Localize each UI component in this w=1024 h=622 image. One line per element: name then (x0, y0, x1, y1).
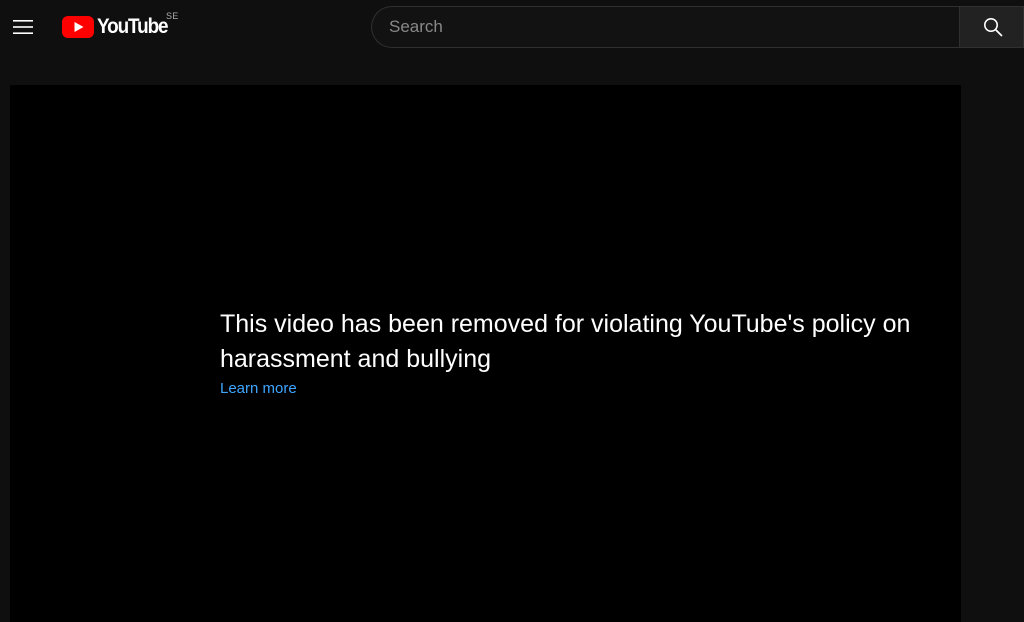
region-code: SE (166, 11, 179, 21)
error-message: This video has been removed for violatin… (220, 310, 911, 373)
logo-wordmark: YouTube (97, 15, 169, 38)
search-icon (984, 18, 1003, 37)
search-input[interactable] (371, 6, 959, 48)
search-box (371, 6, 1024, 48)
youtube-logo[interactable]: YouTube (62, 12, 175, 42)
video-player: This video has been removed for violatin… (10, 85, 961, 622)
guide-menu-button[interactable] (10, 14, 36, 40)
secondary-column (961, 85, 1024, 622)
masthead: YouTube SE (0, 0, 1024, 56)
player-error-overlay: This video has been removed for violatin… (220, 307, 940, 398)
hamburger-menu-icon (13, 20, 33, 34)
learn-more-link[interactable]: Learn more (220, 380, 297, 397)
youtube-page: YouTube SE This video has been removed f… (0, 0, 1024, 622)
search-button[interactable] (959, 6, 1024, 48)
youtube-play-icon (62, 16, 94, 38)
